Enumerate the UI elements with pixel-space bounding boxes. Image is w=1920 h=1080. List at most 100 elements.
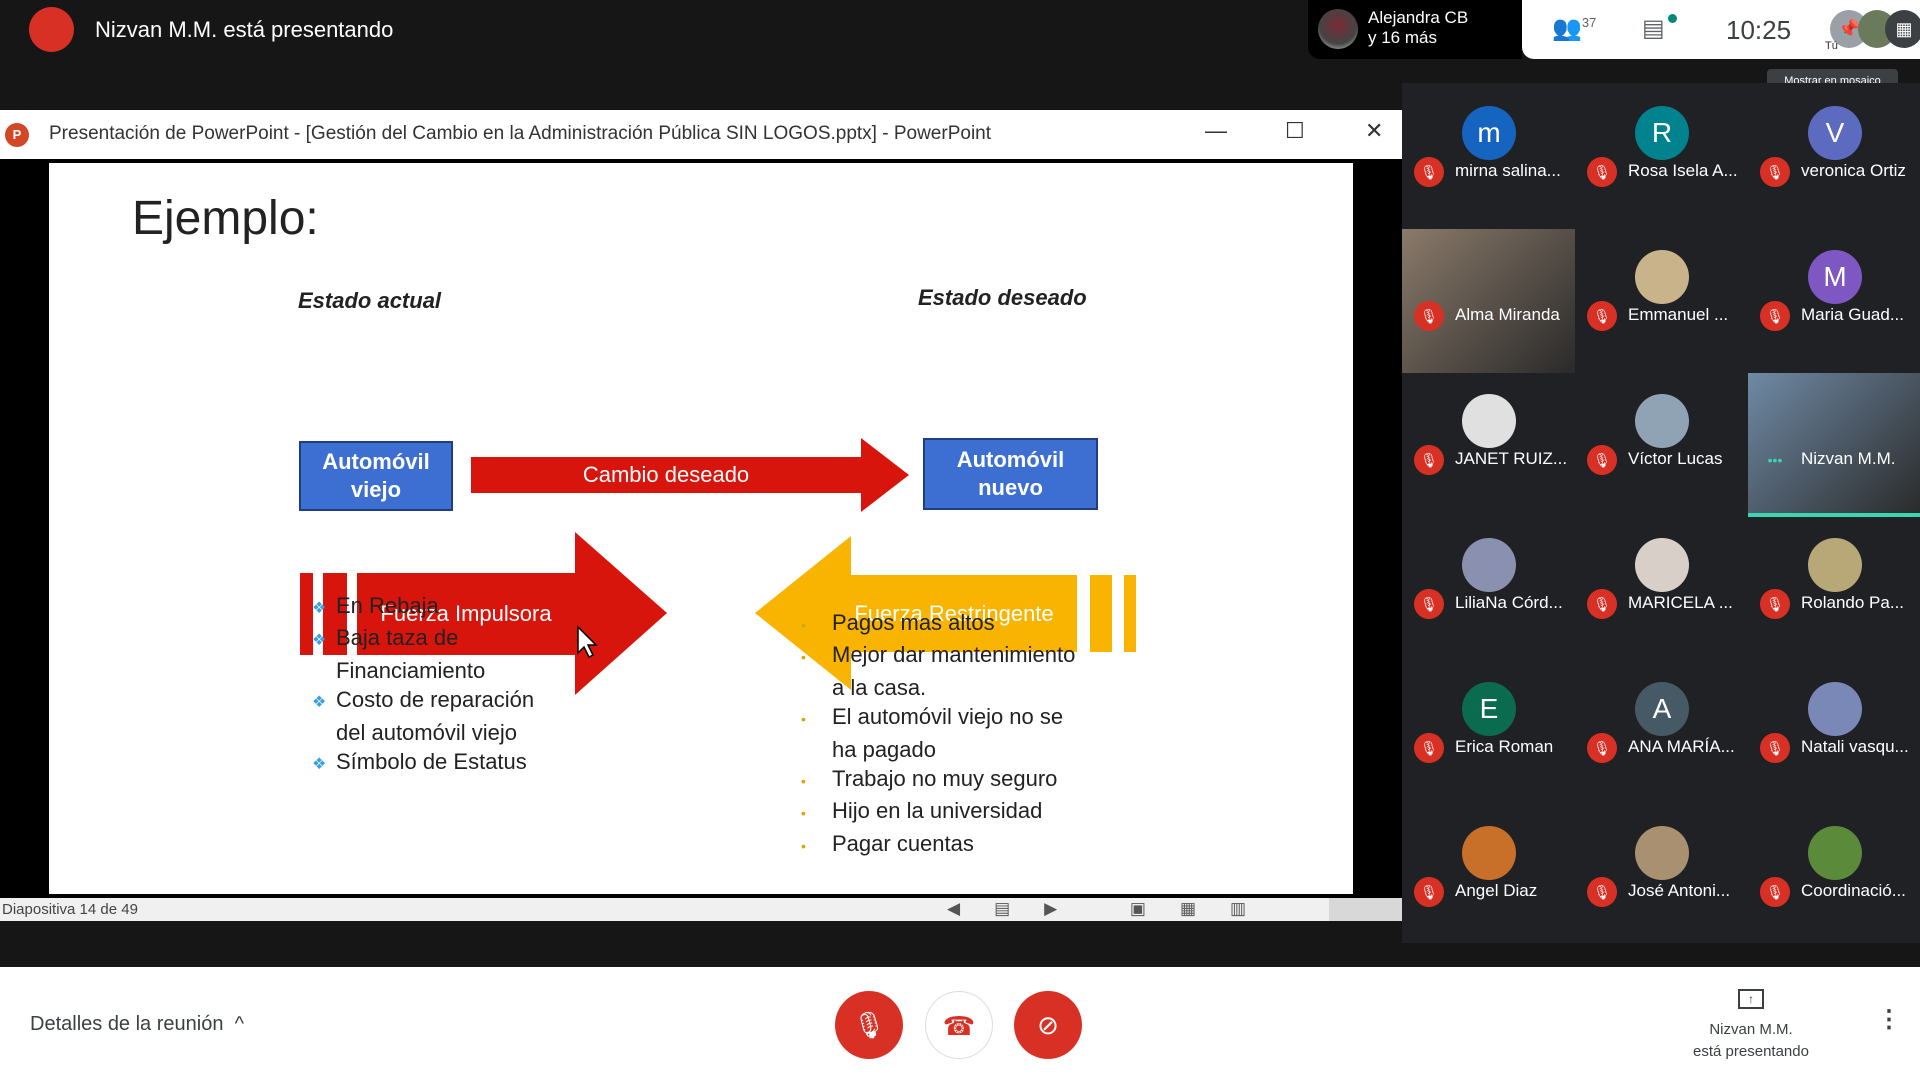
participant-tile[interactable]: E 🎙 Erica Roman (1402, 661, 1575, 805)
clock: 10:25 (1726, 15, 1792, 45)
mic-muted-icon: 🎙 (1587, 157, 1617, 187)
bullet-icon: • (801, 617, 806, 633)
restraining-factor: • Pagar cuentas (801, 829, 1075, 861)
chat-notification-dot (1668, 14, 1677, 23)
tile-layout-button[interactable]: ▦ (1885, 10, 1920, 48)
mic-muted-icon: 🎙 (1414, 301, 1444, 331)
restraining-factor: • Mejor dar mantenimiento (801, 640, 1075, 672)
avatar (1808, 682, 1862, 736)
restraining-factor: • El automóvil viejo no se (801, 702, 1075, 734)
leave-call-button[interactable]: ☎ (925, 991, 993, 1059)
meeting-details-button[interactable]: Detalles de la reunión ^ (30, 1013, 244, 1036)
top-bar: Nizvan M.M. está presentando Alejandra C… (0, 0, 1920, 93)
slide-title: Ejemplo: (132, 192, 319, 245)
participants-grid: m 🎙 mirna salina... R 🎙 Rosa Isela A... V 🎙 vero… (1402, 83, 1920, 943)
mic-muted-icon: 🎙 (1587, 877, 1617, 907)
presenting-indicator-icon (29, 7, 74, 52)
restraining-factor: • Trabajo no muy seguro (801, 764, 1075, 796)
present-screen-icon[interactable]: ↑ (1738, 989, 1764, 1009)
more-options-icon[interactable]: ⋮ (1877, 1005, 1901, 1034)
restraining-bar (1090, 575, 1112, 652)
driving-factor: del automóvil viejo (336, 719, 517, 745)
minimize-button[interactable]: — (1205, 118, 1227, 144)
change-arrow-label: Cambio deseado (582, 462, 750, 487)
diamond-bullet-icon: ❖ (312, 632, 327, 650)
participant-name: Nizvan M.M. (1801, 449, 1896, 468)
participant-name: MARICELA ... (1628, 593, 1733, 612)
participant-name: Rosa Isela A... (1628, 161, 1738, 180)
avatar: M (1808, 250, 1862, 304)
participant-tile[interactable]: 🎙 Angel Diaz (1402, 805, 1575, 949)
mic-muted-icon: 🎙 (1587, 733, 1617, 763)
slide-graphics (299, 438, 1136, 695)
participant-tile[interactable]: 🎙 Rolando Pa... (1748, 517, 1920, 661)
powerpoint-window: P Presentación de PowerPoint - [Gestión … (0, 110, 1402, 921)
participant-tile[interactable]: 🎙 JANET RUIZ... (1402, 373, 1575, 517)
people-button[interactable]: 👥37 (1552, 14, 1596, 43)
participant-name: José Antoni... (1628, 881, 1731, 900)
driving-factor: Financiamiento (336, 657, 486, 683)
slide-counter: Diapositiva 14 de 49 (2, 901, 138, 918)
participant-tile[interactable]: 🎙 Emmanuel ... (1575, 229, 1748, 373)
bottom-bar: Detalles de la reunión ^ 🎙 ☎ ⊘ ↑ Nizvan … (0, 967, 1920, 1080)
mic-muted-icon: 🎙 (1760, 733, 1790, 763)
powerpoint-icon: P (5, 123, 29, 147)
restraining-factor: ha pagado (832, 736, 936, 762)
avatar (1635, 826, 1689, 880)
camera-off-icon: ⊘ (1037, 1010, 1059, 1040)
desired-state-label: Estado deseado (918, 285, 1087, 310)
view-controls[interactable]: ◀▤▶ ▣▦▥ (947, 899, 1280, 919)
participant-tile[interactable]: 🎙 LiliaNa Córd... (1402, 517, 1575, 661)
participant-tile[interactable]: 🎙 Natali vasqu... (1748, 661, 1920, 805)
close-button[interactable]: ✕ (1365, 118, 1383, 144)
presenter-info[interactable]: Nizvan M.M. está presentando (1661, 1019, 1841, 1063)
presenter-view-button[interactable] (1329, 898, 1402, 921)
diamond-bullet-icon: ❖ (312, 694, 327, 712)
meeting-toolbar: 👥37 ▤ 10:25 📌 ▦ Tú (1522, 0, 1920, 59)
participant-tile[interactable]: V 🎙 veronica Ortiz (1748, 85, 1920, 229)
participant-tile[interactable]: 🎙 Coordinació... (1748, 805, 1920, 949)
maximize-button[interactable]: ☐ (1285, 118, 1305, 144)
avatar (1635, 394, 1689, 448)
avatar (1462, 538, 1516, 592)
participant-tile[interactable]: 🎙 José Antoni... (1575, 805, 1748, 949)
mic-muted-icon: 🎙 (1587, 301, 1617, 331)
participant-tile[interactable]: 🎙 Alma Miranda (1402, 229, 1575, 373)
current-state-text: Automóvil viejo (322, 449, 430, 502)
avatar: V (1808, 106, 1862, 160)
mic-muted-icon: 🎙 (1414, 445, 1444, 475)
mic-muted-icon: 🎙 (1587, 589, 1617, 619)
slide: Ejemplo: Estado actual Estado deseado Au… (49, 163, 1353, 894)
avatar (1808, 826, 1862, 880)
mic-off-button[interactable]: 🎙 (835, 991, 903, 1059)
avatar (1635, 538, 1689, 592)
mic-muted-icon: 🎙 (1587, 445, 1617, 475)
participant-tile[interactable]: ••• Nizvan M.M. (1748, 373, 1920, 517)
participant-name: mirna salina... (1455, 161, 1561, 180)
driving-factor: ❖ Símbolo de Estatus (312, 747, 534, 779)
mic-muted-icon: 🎙 (1414, 589, 1444, 619)
camera-off-button[interactable]: ⊘ (1014, 991, 1082, 1059)
participant-name: veronica Ortiz (1801, 161, 1906, 180)
chat-icon[interactable]: ▤ (1642, 14, 1665, 43)
self-label: Tú (1825, 40, 1838, 52)
participant-name: Maria Guad... (1801, 305, 1904, 324)
participant-tile[interactable]: R 🎙 Rosa Isela A... (1575, 85, 1748, 229)
participant-tile[interactable]: 🎙 MARICELA ... (1575, 517, 1748, 661)
participant-name: Coordinació... (1801, 881, 1906, 900)
participant-name: Rolando Pa... (1801, 593, 1905, 612)
participant-name: Emmanuel ... (1628, 305, 1729, 324)
participant-name: Víctor Lucas (1628, 449, 1723, 468)
speaker-more: y 16 más (1368, 28, 1437, 47)
desired-state-text: Automóvil nuevo (956, 447, 1065, 500)
restraining-factor: • Hijo en la universidad (801, 796, 1075, 828)
avatar (1808, 538, 1862, 592)
participant-tile[interactable]: 🎙 Víctor Lucas (1575, 373, 1748, 517)
chevron-up-icon: ^ (229, 1013, 244, 1035)
participant-tile[interactable]: A 🎙 ANA MARÍA... (1575, 661, 1748, 805)
participant-tile[interactable]: M 🎙 Maria Guad... (1748, 229, 1920, 373)
driving-factor: ❖ En Rebaja (312, 591, 534, 623)
avatar (1318, 9, 1358, 49)
participant-tile[interactable]: m 🎙 mirna salina... (1402, 85, 1575, 229)
restraining-factors-list: • Pagos mas altos • Mejor dar mantenimiento… (801, 608, 1075, 861)
